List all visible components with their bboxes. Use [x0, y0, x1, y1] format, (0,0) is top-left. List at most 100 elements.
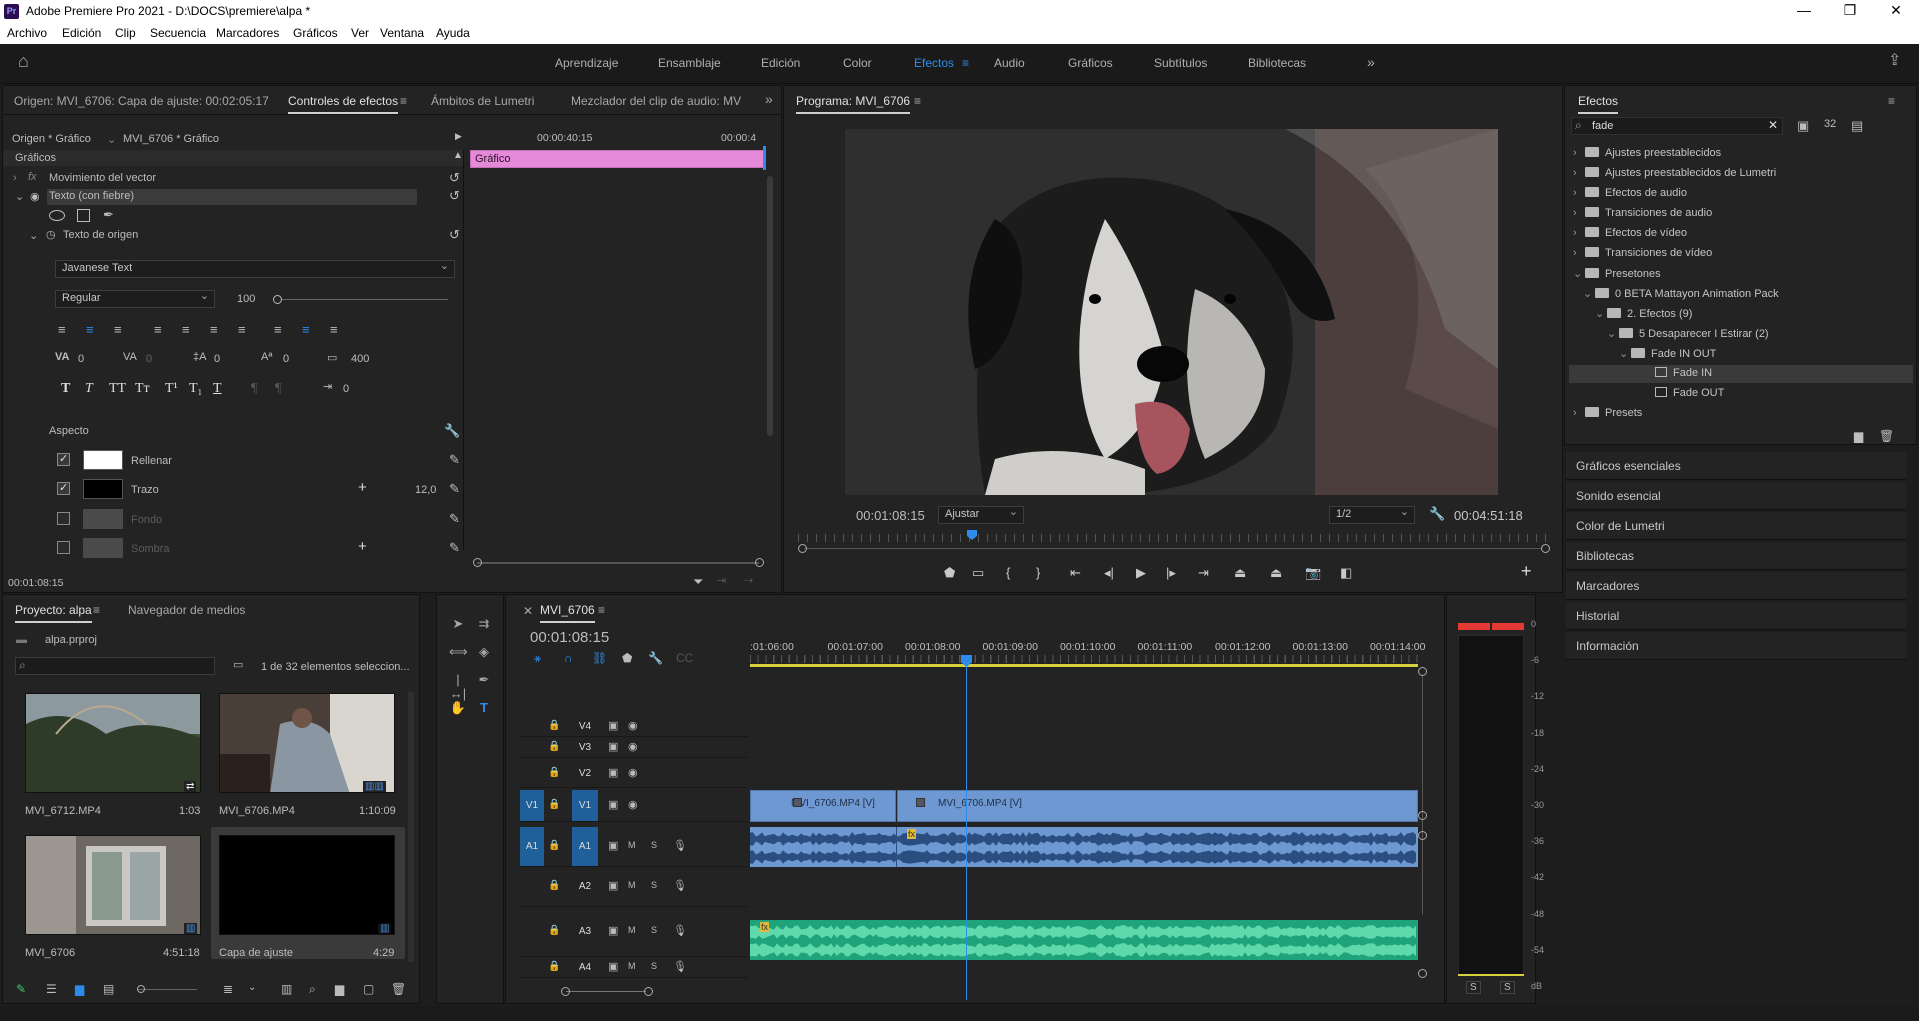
expanded-arrow-icon[interactable]: ⌄	[1573, 267, 1585, 280]
captions-icon[interactable]: CC	[676, 651, 693, 665]
find-project-icon[interactable]: ⌕	[309, 982, 316, 997]
menu-secuencia[interactable]: Secuencia	[150, 26, 206, 40]
ws-efectos-menu-icon[interactable]: ≡	[962, 56, 969, 70]
share-icon[interactable]: ⇪	[1888, 53, 1901, 69]
collapsed-arrow-icon[interactable]: ›	[1573, 207, 1585, 219]
video-clip-2[interactable]: MVI_6706.MP4 [V]	[897, 790, 1418, 822]
background-eyedropper-icon[interactable]: ✎	[449, 511, 460, 527]
toggle-track-output-eye-icon[interactable]: ◉	[628, 766, 638, 779]
type-tool-icon[interactable]: T	[475, 701, 493, 715]
toggle-track-output-eye-icon[interactable]: ◉	[628, 798, 638, 811]
track-select-tool-icon[interactable]: ⇉	[475, 617, 493, 631]
expand-down-icon[interactable]: ⌄	[15, 190, 24, 203]
eye-icon[interactable]: ◉	[30, 190, 40, 203]
sync-lock-icon[interactable]: ▣	[608, 766, 618, 779]
voice-over-record-icon[interactable]: 🎙	[673, 960, 687, 973]
add-shadow-icon[interactable]: +	[358, 538, 367, 555]
menu-ver[interactable]: Ver	[351, 26, 369, 40]
ec-vertical-scrollbar[interactable]	[767, 176, 773, 436]
expanded-arrow-icon[interactable]: ⌄	[1595, 307, 1607, 320]
export-frame-icon[interactable]: ⇥	[717, 574, 726, 587]
stroke-color-swatch[interactable]	[83, 479, 123, 499]
text-layer-label[interactable]: Texto (con fiebre)	[49, 190, 134, 202]
add-marker-icon[interactable]: ⬟	[944, 565, 955, 581]
toggle-track-output-eye-icon[interactable]: ◉	[628, 740, 638, 753]
kerning-value[interactable]: 0	[78, 353, 84, 365]
hscroll-right-handle[interactable]	[644, 987, 653, 996]
project-thumb-1[interactable]	[219, 693, 395, 793]
sequence-label[interactable]: MVI_6706 * Gráfico	[123, 133, 219, 145]
effects-section-5[interactable]: Historial	[1566, 602, 1906, 630]
solo-left-button[interactable]: S	[1466, 981, 1481, 994]
track-target-a4[interactable]: A4	[572, 958, 598, 977]
stopwatch-icon[interactable]: ◷	[46, 228, 56, 241]
subscript-button[interactable]: T₁	[189, 381, 202, 397]
extract-icon[interactable]: ⏏	[1270, 565, 1282, 581]
menu-ventana[interactable]: Ventana	[380, 26, 424, 40]
track-lock-icon[interactable]: 🔒	[548, 741, 560, 752]
mark-in-icon[interactable]: {	[1006, 565, 1010, 580]
add-marker-tl-icon[interactable]: ⬟	[622, 651, 632, 665]
video-clip-1[interactable]: MVI_6706.MP4 [V]	[750, 790, 896, 822]
expanded-arrow-icon[interactable]: ⌄	[1607, 327, 1619, 340]
program-settings-icon[interactable]: 🔧	[1429, 506, 1445, 522]
font-size-slider-handle[interactable]	[273, 295, 282, 304]
voice-over-record-icon[interactable]: 🎙	[673, 879, 687, 892]
program-time-ruler[interactable]	[798, 534, 1548, 542]
expand-arrow-icon[interactable]: ›	[13, 172, 17, 184]
linked-selection-icon[interactable]: ⛓	[592, 651, 607, 665]
ws-subtitulos[interactable]: Subtítulos	[1154, 56, 1207, 70]
track-lock-icon[interactable]: 🔒	[548, 925, 560, 936]
leading-value[interactable]: 0	[214, 353, 220, 365]
menu-edicion[interactable]: Edición	[62, 26, 101, 40]
step-back-icon[interactable]: ◂|	[1104, 565, 1114, 581]
effect-tree-item[interactable]: ⌄ Presetones	[1573, 267, 1661, 280]
toggle-track-output-eye-icon[interactable]: ◉	[628, 719, 638, 732]
effects-section-6[interactable]: Información	[1566, 632, 1906, 660]
sequence-tab[interactable]: MVI_6706	[540, 603, 595, 623]
solo-track-button[interactable]: S	[651, 880, 657, 890]
button-editor-icon[interactable]: +	[1521, 561, 1532, 582]
justify-left-icon[interactable]: ≡	[154, 322, 162, 337]
automate-to-sequence-icon[interactable]: ▥	[281, 982, 292, 996]
ws-color[interactable]: Color	[843, 56, 872, 70]
sync-lock-icon[interactable]: ▣	[608, 719, 618, 732]
list-view-icon[interactable]: ☰	[46, 982, 57, 996]
project-menu-icon[interactable]: ≡	[93, 603, 100, 617]
menu-marcadores[interactable]: Marcadores	[216, 26, 279, 40]
add-stroke-icon[interactable]: +	[358, 479, 367, 496]
justify-right-icon[interactable]: ≡	[210, 322, 218, 337]
ws-ensamblaje[interactable]: Ensamblaje	[658, 56, 721, 70]
project-item-0-name[interactable]: MVI_6712.MP4	[25, 805, 101, 817]
fit-dropdown[interactable]: Ajustar	[938, 505, 1024, 524]
effect-tree-item[interactable]: Fade IN	[1643, 367, 1712, 379]
collapsed-arrow-icon[interactable]: ›	[1573, 227, 1585, 239]
sync-lock-icon[interactable]: ▣	[608, 839, 618, 852]
italic-style-button[interactable]: T	[85, 381, 93, 397]
audio-clip-a1[interactable]: fx	[750, 827, 1418, 867]
effect-tree-item[interactable]: › Transiciones de vídeo	[1573, 247, 1712, 259]
sync-lock-icon[interactable]: ▣	[608, 879, 618, 892]
effect-tree-item[interactable]: Fade OUT	[1643, 387, 1724, 399]
shadow-checkbox[interactable]	[57, 541, 70, 554]
vector-motion-label[interactable]: Movimiento del vector	[49, 172, 156, 184]
sequence-menu-icon[interactable]: ≡	[598, 603, 605, 617]
track-lock-icon[interactable]: 🔒	[548, 961, 560, 972]
track-lock-icon[interactable]: 🔒	[548, 799, 560, 810]
go-to-out-icon[interactable]: ⇥	[1198, 565, 1209, 581]
voice-over-record-icon[interactable]: 🎙	[673, 839, 687, 852]
program-video-frame[interactable]	[845, 129, 1498, 495]
underline-button[interactable]: T	[213, 381, 222, 397]
solo-track-button[interactable]: S	[651, 925, 657, 935]
justify-all-icon[interactable]: ≡	[238, 322, 246, 337]
reset-source-text-icon[interactable]: ↺	[449, 227, 460, 243]
accelerated-effects-icon[interactable]: ▣	[1797, 118, 1809, 134]
origin-label[interactable]: Origen * Gráfico	[12, 133, 91, 145]
font-dropdown[interactable]: Javanese Text	[55, 259, 455, 278]
selection-tool-icon[interactable]: ➤	[449, 617, 467, 631]
collapsed-arrow-icon[interactable]: ›	[1573, 147, 1585, 159]
align-middle-icon[interactable]: ≡	[302, 322, 310, 337]
new-item-icon[interactable]: ▢	[363, 982, 374, 996]
tab-project[interactable]: Proyecto: alpa	[15, 603, 92, 623]
stroke-checkbox[interactable]	[57, 481, 70, 495]
